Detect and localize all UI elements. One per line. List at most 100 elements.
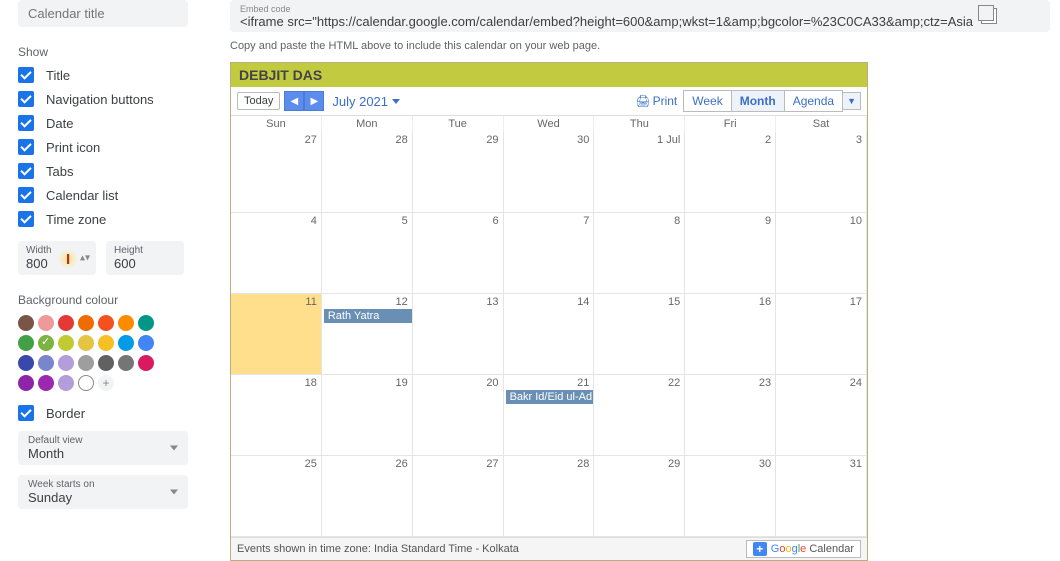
calendar-cell[interactable]: 13 <box>413 294 504 375</box>
prev-month-button[interactable]: ◀ <box>284 91 304 111</box>
width-field[interactable]: Width 800 ▴▾ I <box>18 241 96 275</box>
embed-code-field[interactable]: Embed code <iframe src="https://calendar… <box>230 0 1050 32</box>
color-swatch[interactable] <box>98 315 114 331</box>
color-swatch[interactable] <box>38 375 54 391</box>
calendar-cell[interactable]: 28 <box>322 132 413 213</box>
view-tab-month[interactable]: Month <box>732 90 785 112</box>
calendar-cell[interactable]: 6 <box>413 213 504 294</box>
show-checkbox[interactable] <box>18 211 34 227</box>
calendar-cell[interactable]: 4 <box>231 213 322 294</box>
color-swatch[interactable] <box>98 355 114 371</box>
calendar-cell[interactable]: 7 <box>504 213 595 294</box>
color-swatch[interactable] <box>58 355 74 371</box>
add-color-button[interactable]: + <box>98 375 114 391</box>
color-swatch[interactable] <box>118 315 134 331</box>
calendar-cell[interactable]: 29 <box>413 132 504 213</box>
calendar-cell[interactable]: 10 <box>776 213 867 294</box>
show-section-label: Show <box>18 45 192 59</box>
date-number: 12 <box>395 296 407 308</box>
calendar-cell[interactable]: 28 <box>504 456 595 537</box>
calendar-cell[interactable]: 5 <box>322 213 413 294</box>
calendar-cell[interactable]: 20 <box>413 375 504 456</box>
stepper-icon[interactable]: ▴▾ <box>80 253 90 264</box>
calendar-cell[interactable]: 18 <box>231 375 322 456</box>
calendar-cell[interactable]: 8 <box>594 213 685 294</box>
color-swatch[interactable] <box>118 355 134 371</box>
calendar-cell[interactable]: 24 <box>776 375 867 456</box>
calendar-cell[interactable]: 16 <box>685 294 776 375</box>
calendar-cell[interactable]: 14 <box>504 294 595 375</box>
color-swatch[interactable] <box>58 315 74 331</box>
show-checkbox[interactable] <box>18 187 34 203</box>
calendar-cell[interactable]: 12Rath Yatra <box>322 294 413 375</box>
color-swatch[interactable] <box>38 315 54 331</box>
calendar-cell[interactable]: 30 <box>685 456 776 537</box>
date-number: 10 <box>850 215 862 227</box>
color-swatch[interactable] <box>18 335 34 351</box>
calendar-cell[interactable]: 27 <box>231 132 322 213</box>
view-dropdown-icon[interactable]: ▼ <box>843 92 861 110</box>
show-checkbox[interactable] <box>18 163 34 179</box>
view-tab-agenda[interactable]: Agenda <box>785 90 843 112</box>
show-checkbox[interactable] <box>18 139 34 155</box>
next-month-button[interactable]: ▶ <box>304 91 324 111</box>
show-checkbox[interactable] <box>18 67 34 83</box>
calendar-event[interactable]: Rath Yatra <box>324 309 412 323</box>
calendar-cell[interactable]: 29 <box>594 456 685 537</box>
chevron-down-icon <box>392 99 400 104</box>
date-number: 3 <box>856 134 862 146</box>
color-swatch[interactable] <box>18 315 34 331</box>
color-swatch[interactable] <box>18 355 34 371</box>
calendar-event[interactable]: Bakr Id/Eid ul-Ad <box>506 390 594 404</box>
calendar-cell[interactable]: 9 <box>685 213 776 294</box>
color-swatch[interactable] <box>78 315 94 331</box>
calendar-cell[interactable]: 15 <box>594 294 685 375</box>
calendar-cell[interactable]: 1 Jul <box>594 132 685 213</box>
date-number: 28 <box>577 458 589 470</box>
date-number: 5 <box>402 215 408 227</box>
color-swatch[interactable] <box>58 375 74 391</box>
calendar-cell[interactable]: 19 <box>322 375 413 456</box>
calendar-cell[interactable]: 3 <box>776 132 867 213</box>
week-starts-select[interactable]: Week starts on Sunday <box>18 475 188 509</box>
color-swatch[interactable] <box>38 335 54 351</box>
bgcolor-label: Background colour <box>18 293 192 307</box>
color-swatch[interactable] <box>78 335 94 351</box>
color-swatch[interactable] <box>138 355 154 371</box>
calendar-cell[interactable]: 31 <box>776 456 867 537</box>
calendar-cell[interactable]: 26 <box>322 456 413 537</box>
calendar-cell[interactable]: 27 <box>413 456 504 537</box>
color-swatch[interactable] <box>18 375 34 391</box>
plus-icon: + <box>753 542 767 556</box>
color-swatch[interactable] <box>138 335 154 351</box>
calendar-cell[interactable]: 17 <box>776 294 867 375</box>
default-view-select[interactable]: Default view Month <box>18 431 188 465</box>
color-swatch[interactable] <box>138 315 154 331</box>
date-number: 17 <box>850 296 862 308</box>
today-button[interactable]: Today <box>237 92 280 110</box>
color-swatch[interactable] <box>118 335 134 351</box>
date-number: 29 <box>668 458 680 470</box>
color-swatch[interactable] <box>78 355 94 371</box>
calendar-cell[interactable]: 23 <box>685 375 776 456</box>
calendar-cell[interactable]: 2 <box>685 132 776 213</box>
border-checkbox[interactable] <box>18 405 34 421</box>
color-swatch-white[interactable] <box>78 375 94 391</box>
color-swatch[interactable] <box>58 335 74 351</box>
month-label[interactable]: July 2021 <box>332 94 400 109</box>
calendar-cell[interactable]: 25 <box>231 456 322 537</box>
calendar-title-input[interactable] <box>18 0 188 27</box>
height-field[interactable]: Height 600 <box>106 241 184 275</box>
add-to-google-calendar-button[interactable]: + Google Calendar <box>746 540 861 558</box>
copy-icon[interactable] <box>981 8 997 24</box>
calendar-cell[interactable]: 30 <box>504 132 595 213</box>
calendar-cell[interactable]: 11 <box>231 294 322 375</box>
show-checkbox[interactable] <box>18 115 34 131</box>
print-link[interactable]: 🖨 Print <box>635 94 677 108</box>
calendar-cell[interactable]: 22 <box>594 375 685 456</box>
show-checkbox[interactable] <box>18 91 34 107</box>
color-swatch[interactable] <box>98 335 114 351</box>
view-tab-week[interactable]: Week <box>683 90 731 112</box>
calendar-cell[interactable]: 21Bakr Id/Eid ul-Ad <box>504 375 595 456</box>
color-swatch[interactable] <box>38 355 54 371</box>
